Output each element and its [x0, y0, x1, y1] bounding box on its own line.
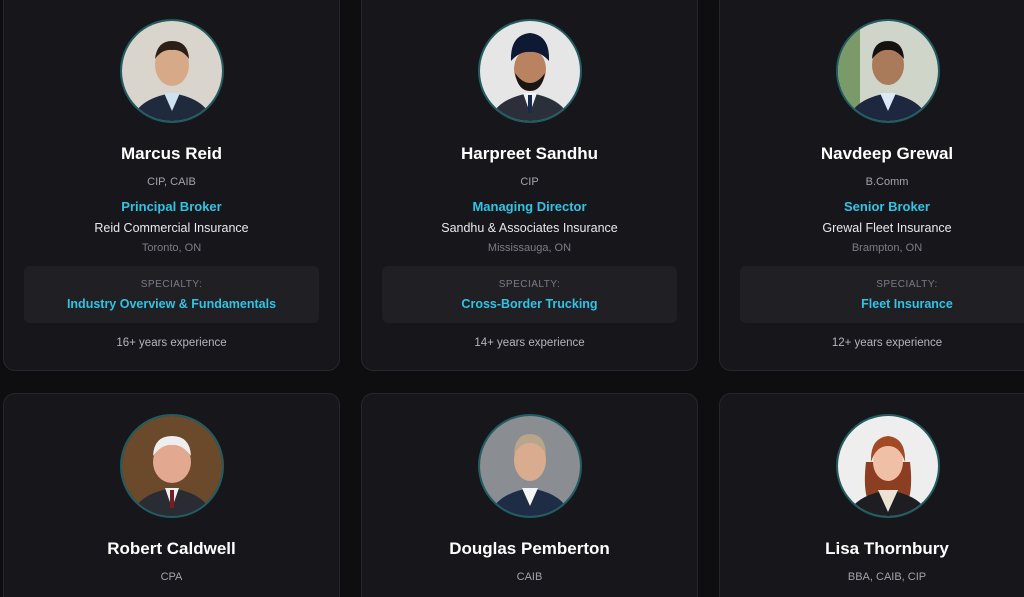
member-name: Robert Caldwell [107, 539, 236, 558]
member-company: Reid Commercial Insurance [94, 221, 249, 235]
avatar [836, 19, 940, 123]
specialty-box: SPECIALTY: Cross-Border Trucking [382, 266, 677, 323]
specialty-label: SPECIALTY: [140, 279, 203, 290]
specialty-box: SPECIALTY: Fleet Insurance [740, 266, 1024, 323]
member-credentials: CAIB [516, 571, 543, 583]
team-card-robert-caldwell[interactable]: Robert Caldwell CPA [3, 393, 340, 597]
avatar [477, 19, 582, 123]
member-title: Managing Director [472, 199, 587, 214]
member-credentials: B.Comm [865, 176, 909, 188]
member-location: Brampton, ON [851, 242, 923, 254]
avatar [119, 414, 224, 518]
headshot-photo [838, 416, 938, 516]
team-card-navdeep-grewal[interactable]: Navdeep Grewal B.Comm Senior Broker Grew… [719, 0, 1024, 371]
member-credentials: CPA [160, 571, 183, 583]
member-title: Senior Broker [844, 199, 930, 214]
specialty-box: SPECIALTY: Industry Overview & Fundament… [24, 266, 319, 323]
member-experience: 14+ years experience [474, 337, 585, 349]
avatar [836, 414, 940, 518]
specialty-value: Industry Overview & Fundamentals [66, 297, 277, 311]
avatar [477, 414, 582, 518]
member-location: Toronto, ON [141, 242, 202, 254]
member-name: Marcus Reid [120, 144, 223, 163]
headshot-photo [121, 21, 222, 121]
team-card-lisa-thornbury[interactable]: Lisa Thornbury BBA, CAIB, CIP [719, 393, 1024, 597]
specialty-label: SPECIALTY: [498, 279, 561, 290]
member-credentials: BBA, CAIB, CIP [847, 571, 927, 583]
member-company: Sandhu & Associates Insurance [441, 221, 618, 235]
team-card-harpreet-sandhu[interactable]: Harpreet Sandhu CIP Managing Director Sa… [361, 0, 698, 371]
member-company: Grewal Fleet Insurance [822, 221, 952, 235]
avatar [119, 19, 224, 123]
specialty-value: Cross-Border Trucking [461, 297, 598, 311]
member-credentials: CIP, CAIB [147, 176, 196, 188]
headshot-photo [121, 416, 222, 516]
member-title: Principal Broker [121, 199, 222, 214]
member-name: Harpreet Sandhu [461, 144, 598, 163]
headshot-photo [838, 21, 938, 121]
member-name: Lisa Thornbury [825, 539, 949, 558]
team-card-marcus-reid[interactable]: Marcus Reid CIP, CAIB Principal Broker R… [3, 0, 340, 371]
team-grid: Marcus Reid CIP, CAIB Principal Broker R… [0, 0, 1024, 597]
team-card-douglas-pemberton[interactable]: Douglas Pemberton CAIB [361, 393, 698, 597]
member-name: Navdeep Grewal [820, 144, 954, 163]
headshot-photo [479, 21, 580, 121]
member-location: Mississauga, ON [487, 242, 572, 254]
specialty-value: Fleet Insurance [861, 297, 953, 311]
member-experience: 12+ years experience [831, 337, 943, 349]
member-name: Douglas Pemberton [449, 539, 610, 558]
headshot-photo [479, 416, 580, 516]
specialty-label: SPECIALTY: [876, 279, 938, 290]
member-credentials: CIP [520, 176, 539, 188]
member-experience: 16+ years experience [116, 337, 227, 349]
